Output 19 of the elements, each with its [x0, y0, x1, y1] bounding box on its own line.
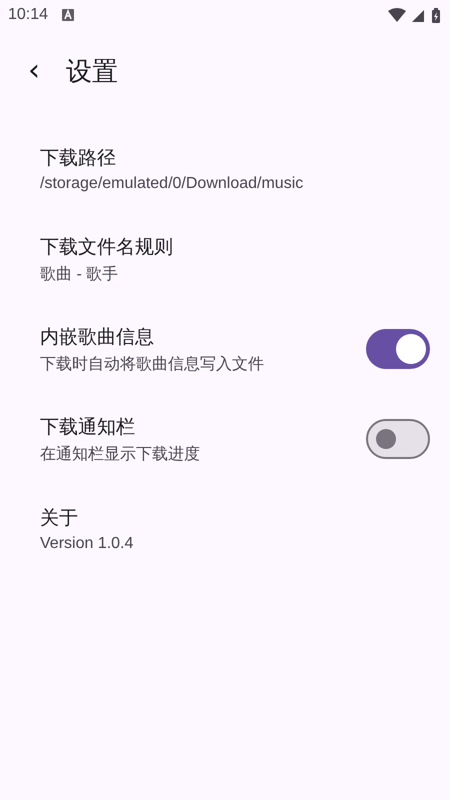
- notification-icon: [62, 9, 74, 21]
- toggle-switch[interactable]: [366, 329, 430, 369]
- wifi-icon: [388, 8, 406, 22]
- setting-title[interactable]: 下载路径: [40, 145, 430, 171]
- status-time: 10:14: [8, 6, 48, 24]
- page-title: 设置: [66, 56, 118, 88]
- setting-subtitle: Version 1.0.4: [40, 535, 134, 553]
- back-button[interactable]: ‹: [24, 56, 44, 86]
- setting-subtitle: /storage/emulated/0/Download/music: [40, 175, 304, 193]
- setting-subtitle: 歌曲 - 歌手: [40, 264, 120, 284]
- setting-title[interactable]: 内嵌歌曲信息: [40, 324, 366, 350]
- setting-subtitle: 在通知栏显示下载进度: [40, 444, 201, 464]
- setting-title[interactable]: 下载文件名规则: [40, 234, 430, 260]
- setting-title[interactable]: 关于: [40, 505, 430, 531]
- signal-icon: [412, 8, 426, 22]
- setting-subtitle: 下载时自动将歌曲信息写入文件: [40, 354, 265, 374]
- battery-icon: [432, 8, 440, 22]
- toggle-switch[interactable]: [366, 419, 430, 459]
- setting-title[interactable]: 下载通知栏: [40, 414, 366, 440]
